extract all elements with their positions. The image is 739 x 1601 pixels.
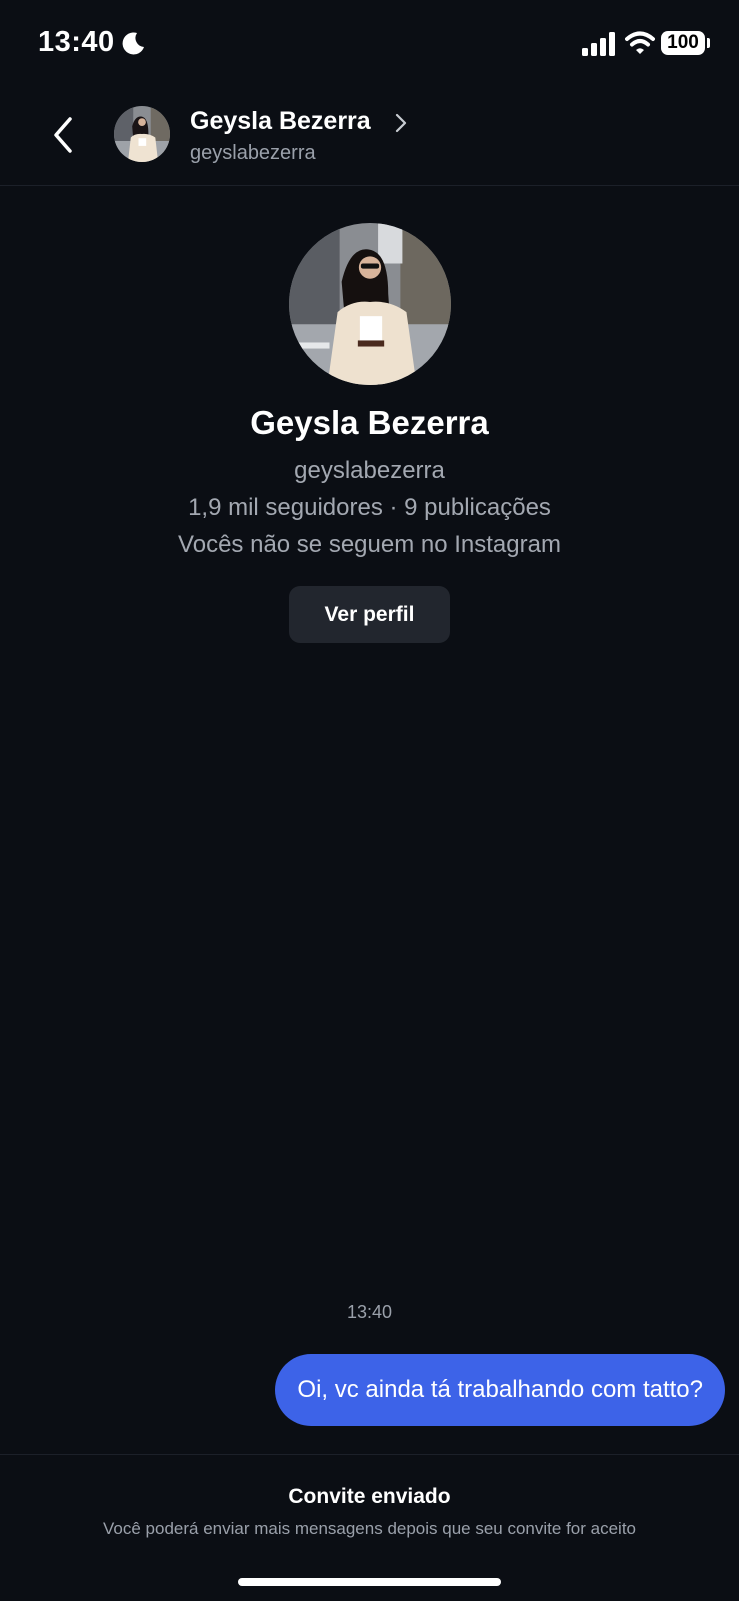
status-time: 13:40 [38, 26, 115, 58]
view-profile-button[interactable]: Ver perfil [289, 586, 450, 643]
avatar-photo [114, 106, 170, 162]
profile-username: geyslabezerra [294, 457, 445, 484]
home-indicator[interactable] [238, 1578, 501, 1586]
invite-status-title: Convite enviado [288, 1485, 451, 1508]
message-bubble-sent[interactable]: Oi, vc ainda tá trabalhando com tatto? [275, 1354, 725, 1426]
header-avatar[interactable] [114, 106, 170, 162]
profile-relation: Vocês não se seguem no Instagram [178, 531, 561, 558]
header-username: geyslabezerra [190, 142, 316, 164]
header-name[interactable]: Geysla Bezerra [190, 107, 371, 136]
back-icon[interactable] [48, 114, 78, 156]
invite-status-subtitle: Você poderá enviar mais mensagens depois… [103, 1519, 636, 1538]
message-timestamp: 13:40 [346, 1302, 393, 1322]
wifi-icon [625, 31, 655, 54]
avatar-photo [289, 223, 451, 385]
battery-icon: 100 [661, 31, 705, 55]
moon-icon [122, 32, 144, 55]
chat-header: Geysla Bezerra geyslabezerra [0, 90, 739, 186]
battery-nub [707, 38, 710, 48]
status-bar: 13:40 100 [0, 0, 739, 90]
profile-name: Geysla Bezerra [250, 404, 489, 441]
profile-stats: 1,9 mil seguidores · 9 publicações [188, 494, 551, 521]
signal-icon [582, 32, 615, 56]
profile-avatar[interactable] [289, 223, 451, 385]
chevron-right-icon[interactable] [394, 112, 408, 134]
